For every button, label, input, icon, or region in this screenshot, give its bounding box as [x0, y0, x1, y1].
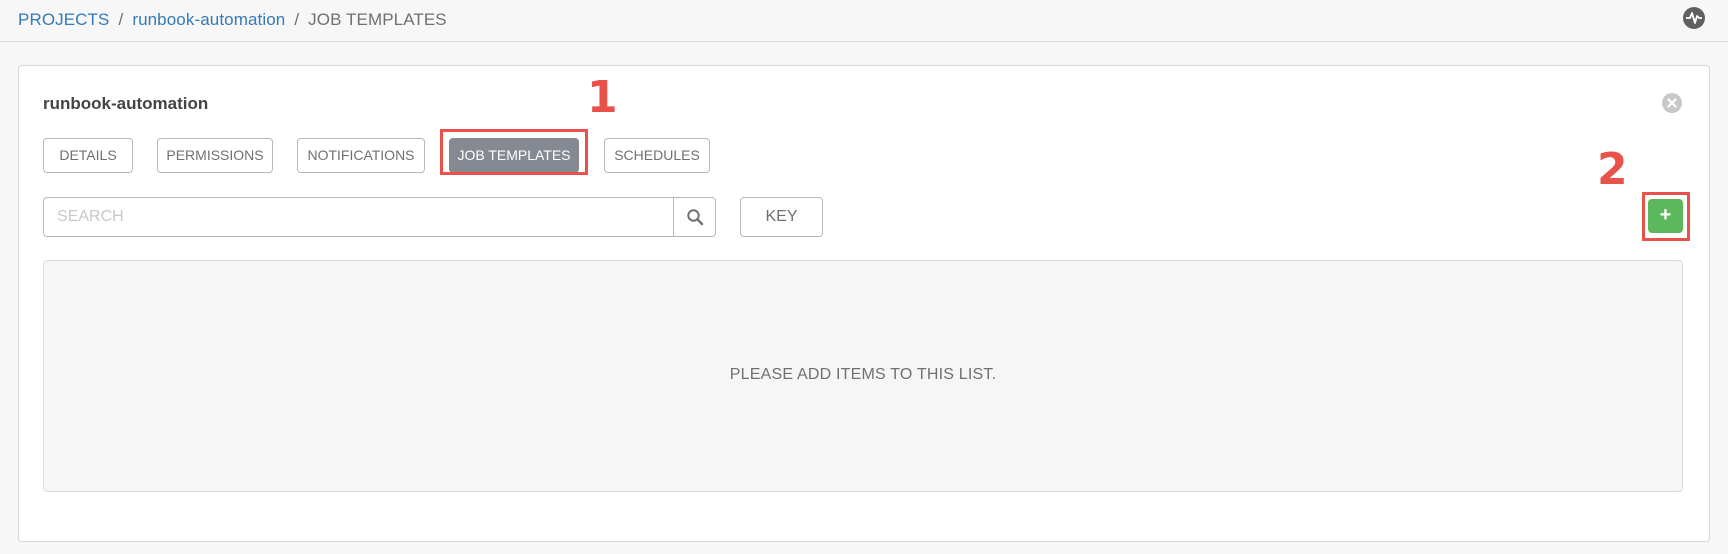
- search-button[interactable]: [673, 198, 715, 236]
- tab-schedules[interactable]: SCHEDULES: [604, 138, 710, 173]
- annotation-highlight-tab: [440, 129, 588, 175]
- top-bar: PROJECTS / runbook-automation / JOB TEMP…: [0, 0, 1728, 42]
- tab-details[interactable]: DETAILS: [43, 138, 133, 173]
- breadcrumb-current: JOB TEMPLATES: [308, 10, 447, 29]
- key-button[interactable]: KEY: [740, 197, 823, 237]
- breadcrumb: PROJECTS / runbook-automation / JOB TEMP…: [18, 10, 447, 30]
- empty-list: PLEASE ADD ITEMS TO THIS LIST.: [43, 260, 1683, 492]
- annotation-number-1: 1: [587, 72, 618, 123]
- breadcrumb-separator: /: [118, 10, 124, 29]
- panel-title: runbook-automation: [43, 94, 209, 113]
- annotation-number-2: 2: [1597, 144, 1628, 195]
- search-icon: [687, 209, 704, 226]
- breadcrumb-project-link[interactable]: runbook-automation: [132, 10, 285, 30]
- activity-stream-icon[interactable]: [1683, 7, 1705, 29]
- tab-notifications[interactable]: NOTIFICATIONS: [297, 138, 425, 173]
- search-input[interactable]: [44, 198, 673, 236]
- project-panel: runbook-automation DETAILS PERMISSIONS N…: [18, 65, 1710, 542]
- search-box: [43, 197, 716, 237]
- close-icon[interactable]: [1662, 93, 1682, 113]
- breadcrumb-projects-link[interactable]: PROJECTS: [18, 10, 109, 30]
- empty-list-message: PLEASE ADD ITEMS TO THIS LIST.: [729, 366, 997, 383]
- add-button[interactable]: +: [1648, 199, 1683, 233]
- breadcrumb-separator: /: [294, 10, 300, 29]
- tab-permissions[interactable]: PERMISSIONS: [157, 138, 273, 173]
